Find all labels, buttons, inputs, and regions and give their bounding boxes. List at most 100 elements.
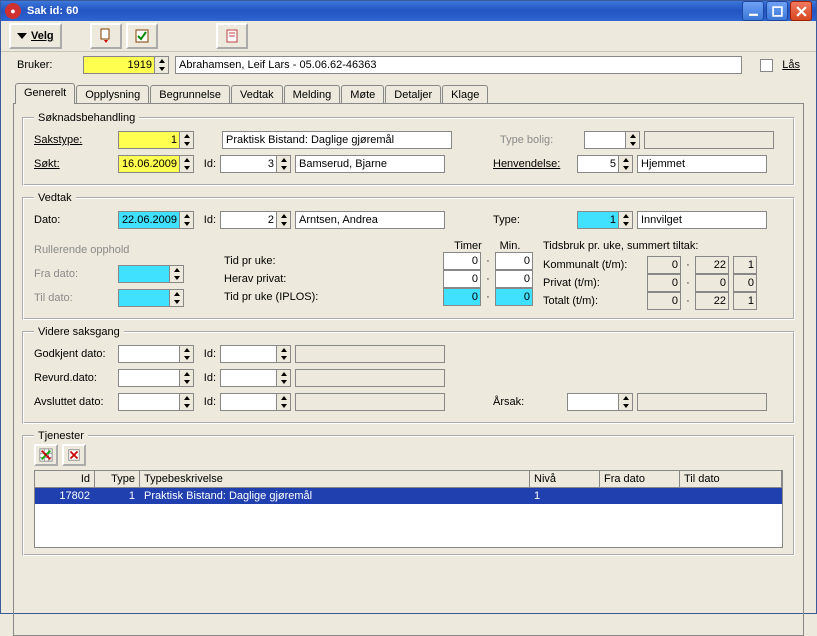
arsak-field[interactable] bbox=[567, 393, 633, 411]
typebolig-text bbox=[644, 131, 774, 149]
tab-detaljer[interactable]: Detaljer bbox=[385, 85, 441, 103]
titlebar: ● Sak id: 60 bbox=[1, 1, 816, 21]
tab-generelt[interactable]: Generelt bbox=[15, 83, 75, 104]
col-niva[interactable]: Nivå bbox=[530, 471, 600, 487]
avsluttet-value bbox=[119, 394, 179, 410]
avsluttet-id-spinner[interactable] bbox=[276, 394, 290, 410]
vedtak-type-field[interactable]: 1 bbox=[577, 211, 633, 229]
toolbar-button-1[interactable] bbox=[90, 23, 122, 49]
sokt-id-spinner[interactable] bbox=[276, 156, 290, 172]
arsak-spinner[interactable] bbox=[618, 394, 632, 410]
table-body[interactable]: 17802 1 Praktisk Bistand: Daglige gjørem… bbox=[34, 488, 783, 548]
heravprivat-m[interactable]: 0 bbox=[495, 270, 533, 288]
bruker-id-spinner[interactable] bbox=[154, 57, 168, 73]
revurd-field[interactable] bbox=[118, 369, 194, 387]
til-dato-spinner[interactable] bbox=[169, 290, 183, 306]
col-typeb[interactable]: Typebeskrivelse bbox=[140, 471, 530, 487]
col-fra[interactable]: Fra dato bbox=[600, 471, 680, 487]
revurd-value bbox=[119, 370, 179, 386]
tid-block: Timer Min. Tid pr uke: 0 · 0 Herav priva… bbox=[224, 240, 533, 312]
heravprivat-label: Herav privat: bbox=[224, 273, 324, 285]
fra-dato-label: Fra dato: bbox=[34, 268, 114, 280]
til-dato-field[interactable] bbox=[118, 289, 184, 307]
vedtak-dato-spinner[interactable] bbox=[179, 212, 193, 228]
godkjent-spinner[interactable] bbox=[179, 346, 193, 362]
revurd-id-field[interactable] bbox=[220, 369, 291, 387]
totalt-m: 22 bbox=[695, 292, 729, 310]
col-til[interactable]: Til dato bbox=[680, 471, 782, 487]
fra-dato-spinner[interactable] bbox=[169, 266, 183, 282]
totalt-label: Totalt (t/m): bbox=[543, 295, 643, 307]
minimize-button[interactable] bbox=[742, 1, 764, 21]
tab-klage[interactable]: Klage bbox=[442, 85, 488, 103]
godkjent-id-text bbox=[295, 345, 445, 363]
toolbar: Velg bbox=[1, 21, 816, 52]
bruker-row: Bruker: 1919 Abrahamsen, Leif Lars - 05.… bbox=[1, 52, 816, 82]
tjenester-delete-button[interactable] bbox=[62, 444, 86, 466]
godkjent-id-spinner[interactable] bbox=[276, 346, 290, 362]
godkjent-id-field[interactable] bbox=[220, 345, 291, 363]
sokt-field[interactable]: 16.06.2009 bbox=[118, 155, 194, 173]
arsak-value bbox=[568, 394, 618, 410]
col-id[interactable]: Id bbox=[35, 471, 95, 487]
videre-group: Videre saksgang Godkjent dato: Id: R bbox=[22, 326, 795, 424]
sakstype-value: 1 bbox=[119, 132, 179, 148]
vedtak-id-spinner[interactable] bbox=[276, 212, 290, 228]
col-type[interactable]: Type bbox=[95, 471, 140, 487]
avsluttet-id-field[interactable] bbox=[220, 393, 291, 411]
velg-button[interactable]: Velg bbox=[9, 23, 62, 49]
arsak-text bbox=[637, 393, 767, 411]
sakstype-spinner[interactable] bbox=[179, 132, 193, 148]
sakstype-field[interactable]: 1 bbox=[118, 131, 194, 149]
vedtak-dato-field[interactable]: 22.06.2009 bbox=[118, 211, 194, 229]
sokt-spinner[interactable] bbox=[179, 156, 193, 172]
vedtak-id-label: Id: bbox=[198, 214, 216, 226]
tab-opplysning[interactable]: Opplysning bbox=[76, 85, 149, 103]
close-button[interactable] bbox=[790, 1, 812, 21]
revurd-id-label: Id: bbox=[198, 372, 216, 384]
avsluttet-field[interactable] bbox=[118, 393, 194, 411]
cell-niva: 1 bbox=[530, 488, 600, 504]
tidsbruk-block: Tidsbruk pr. uke, summert tiltak: Kommun… bbox=[543, 240, 783, 312]
tjenester-legend: Tjenester bbox=[34, 430, 88, 442]
typebolig-field[interactable] bbox=[584, 131, 640, 149]
godkjent-field[interactable] bbox=[118, 345, 194, 363]
avsluttet-spinner[interactable] bbox=[179, 394, 193, 410]
soknad-legend: Søknadsbehandling bbox=[34, 112, 139, 124]
typebolig-spinner[interactable] bbox=[625, 132, 639, 148]
vedtak-id-value: 2 bbox=[221, 212, 276, 228]
rullerende-label: Rullerende opphold bbox=[34, 244, 129, 256]
tjenester-edit-button[interactable] bbox=[34, 444, 58, 466]
tab-melding[interactable]: Melding bbox=[284, 85, 341, 103]
document-arrow-icon bbox=[98, 28, 114, 44]
tidpruke-m[interactable]: 0 bbox=[495, 252, 533, 270]
heravprivat-t[interactable]: 0 bbox=[443, 270, 481, 288]
tab-begrunnelse[interactable]: Begrunnelse bbox=[150, 85, 230, 103]
tab-mote[interactable]: Møte bbox=[341, 85, 384, 103]
revurd-spinner[interactable] bbox=[179, 370, 193, 386]
iplos-t[interactable]: 0 bbox=[443, 288, 481, 306]
vedtak-type-value: 1 bbox=[578, 212, 618, 228]
iplos-m[interactable]: 0 bbox=[495, 288, 533, 306]
tab-vedtak[interactable]: Vedtak bbox=[231, 85, 283, 103]
maximize-button[interactable] bbox=[766, 1, 788, 21]
tidpruke-t[interactable]: 0 bbox=[443, 252, 481, 270]
vedtak-type-text: Innvilget bbox=[637, 211, 767, 229]
sokt-id-field[interactable]: 3 bbox=[220, 155, 291, 173]
vedtak-id-field[interactable]: 2 bbox=[220, 211, 291, 229]
toolbar-button-3[interactable] bbox=[216, 23, 248, 49]
tabs-container: Generelt Opplysning Begrunnelse Vedtak M… bbox=[13, 82, 804, 636]
henvendelse-field[interactable]: 5 bbox=[577, 155, 633, 173]
typebolig-label: Type bolig: bbox=[500, 134, 580, 146]
soknadsbehandling-group: Søknadsbehandling Sakstype: 1 Praktisk B… bbox=[22, 112, 795, 186]
vedtak-legend: Vedtak bbox=[34, 192, 76, 204]
henvendelse-spinner[interactable] bbox=[618, 156, 632, 172]
toolbar-button-2[interactable] bbox=[126, 23, 158, 49]
las-checkbox[interactable] bbox=[760, 59, 773, 72]
revurd-id-spinner[interactable] bbox=[276, 370, 290, 386]
tabs: Generelt Opplysning Begrunnelse Vedtak M… bbox=[13, 82, 804, 104]
vedtak-type-spinner[interactable] bbox=[618, 212, 632, 228]
bruker-id-field[interactable]: 1919 bbox=[83, 56, 169, 74]
table-row[interactable]: 17802 1 Praktisk Bistand: Daglige gjørem… bbox=[35, 488, 782, 504]
fra-dato-field[interactable] bbox=[118, 265, 184, 283]
